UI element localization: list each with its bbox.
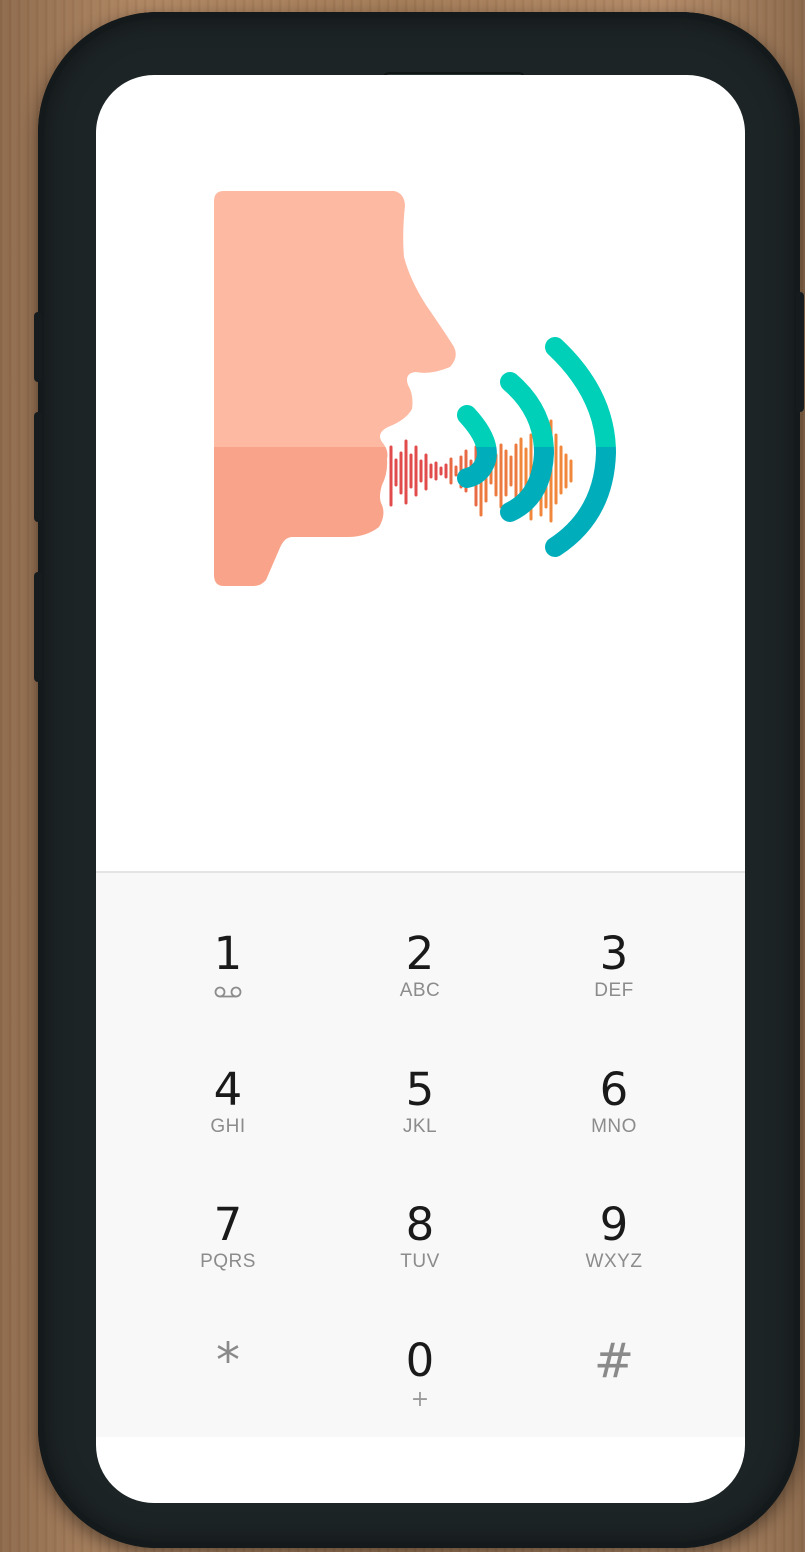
volume-button bbox=[34, 572, 42, 682]
dial-key-5[interactable]: 5 JKL bbox=[340, 1054, 500, 1174]
dial-key-0[interactable]: 0 + bbox=[340, 1325, 500, 1445]
face-profile bbox=[214, 191, 456, 586]
dial-key-4[interactable]: 4 GHI bbox=[148, 1054, 308, 1174]
key-digit: 1 bbox=[213, 927, 243, 980]
key-letters: MNO bbox=[591, 1116, 637, 1137]
key-digit: 5 bbox=[405, 1063, 435, 1116]
dial-key-8[interactable]: 8 TUV bbox=[340, 1189, 500, 1309]
voicemail-icon bbox=[214, 986, 242, 998]
key-digit: 0 bbox=[405, 1334, 435, 1387]
plus-symbol: + bbox=[410, 1387, 430, 1412]
key-digit: 8 bbox=[405, 1198, 435, 1251]
phone-screen: 1 2 ABC 3 DEF 4 GHI 5 JKL 6 MNO 7 PQRS 8… bbox=[96, 75, 745, 1503]
dial-key-6[interactable]: 6 MNO bbox=[534, 1054, 694, 1174]
key-letters: DEF bbox=[594, 980, 634, 1001]
dial-key-hash[interactable]: # bbox=[534, 1325, 694, 1445]
key-letters: JKL bbox=[402, 1116, 438, 1137]
key-letters: TUV bbox=[400, 1251, 440, 1272]
dial-key-7[interactable]: 7 PQRS bbox=[148, 1189, 308, 1309]
key-letters: ABC bbox=[399, 980, 441, 1001]
key-digit: 7 bbox=[213, 1198, 243, 1251]
key-digit: 9 bbox=[599, 1198, 629, 1251]
key-digit: 6 bbox=[599, 1063, 629, 1116]
volume-button bbox=[34, 412, 42, 522]
dial-key-3[interactable]: 3 DEF bbox=[534, 918, 694, 1038]
dial-key-2[interactable]: 2 ABC bbox=[340, 918, 500, 1038]
dial-key-9[interactable]: 9 WXYZ bbox=[534, 1189, 694, 1309]
sound-waves bbox=[457, 337, 617, 557]
power-button bbox=[796, 292, 804, 412]
key-digit: 4 bbox=[213, 1063, 243, 1116]
key-digit: 3 bbox=[599, 927, 629, 980]
dial-key-1[interactable]: 1 bbox=[148, 918, 308, 1038]
star-symbol: * bbox=[216, 1333, 240, 1389]
key-letters: GHI bbox=[210, 1116, 246, 1137]
voice-speaking-illustration bbox=[214, 191, 617, 586]
key-digit: 2 bbox=[405, 927, 435, 980]
dialpad: 1 2 ABC 3 DEF 4 GHI 5 JKL 6 MNO 7 PQRS 8… bbox=[96, 871, 745, 1437]
key-letters: WXYZ bbox=[585, 1251, 643, 1272]
hash-symbol: # bbox=[593, 1333, 635, 1389]
key-letters: PQRS bbox=[200, 1251, 256, 1272]
side-button bbox=[34, 312, 42, 382]
dial-key-star[interactable]: * bbox=[148, 1325, 308, 1445]
